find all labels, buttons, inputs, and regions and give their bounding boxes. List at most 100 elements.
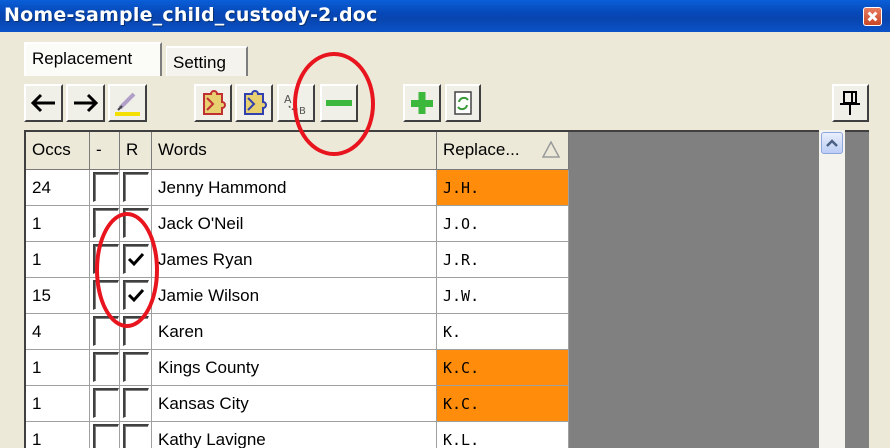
refresh-icon: [454, 91, 472, 115]
occs-cell: 1: [26, 242, 90, 278]
occs-cell: 1: [26, 422, 90, 448]
tab-setting-label: Setting: [173, 53, 226, 72]
replace-checkbox[interactable]: [123, 352, 149, 382]
mark-blue-button[interactable]: [235, 84, 273, 122]
minus-cell: [90, 314, 120, 350]
chevron-up-icon: [826, 139, 838, 147]
minus-cell: [90, 386, 120, 422]
r-cell: [120, 278, 152, 314]
title-bar[interactable]: Nome-sample_child_custody-2.doc: [0, 0, 890, 32]
replacement-cell[interactable]: K.C.: [437, 350, 569, 386]
occs-cell: 15: [26, 278, 90, 314]
minus-checkbox[interactable]: [93, 244, 119, 274]
checkmark-icon: [127, 252, 145, 267]
r-cell: [120, 422, 152, 448]
replacement-cell[interactable]: J.O.: [437, 206, 569, 242]
pin-button[interactable]: [832, 84, 869, 122]
replacement-cell[interactable]: K.L.: [437, 422, 569, 448]
vertical-scrollbar[interactable]: [819, 130, 845, 448]
column-header-r[interactable]: R: [120, 132, 152, 170]
app-window: Nome-sample_child_custody-2.doc Replacem…: [0, 0, 890, 448]
minus-cell: [90, 242, 120, 278]
r-cell: [120, 242, 152, 278]
word-cell[interactable]: Karen: [152, 314, 437, 350]
replace-checkbox[interactable]: [123, 172, 149, 202]
occs-cell: 1: [26, 386, 90, 422]
minus-cell: [90, 206, 120, 242]
r-cell: [120, 386, 152, 422]
window-title: Nome-sample_child_custody-2.doc: [4, 4, 378, 26]
tab-replacement-label: Replacement: [32, 49, 133, 68]
occs-cell: 1: [26, 350, 90, 386]
arrow-right-icon: [74, 93, 99, 113]
replace-checkbox[interactable]: [123, 388, 149, 418]
column-header-minus[interactable]: -: [90, 132, 120, 170]
replace-checkbox[interactable]: [123, 208, 149, 238]
word-cell[interactable]: Kathy Lavigne: [152, 422, 437, 448]
scroll-up-button[interactable]: [821, 132, 843, 154]
puzzle-blue-icon: [244, 90, 267, 115]
minus-checkbox[interactable]: [93, 280, 119, 310]
replace-ab-icon: A B: [284, 93, 306, 117]
toolbar: A B: [24, 80, 869, 125]
minus-cell: [90, 350, 120, 386]
replace-checkbox[interactable]: [123, 316, 149, 346]
column-header-words[interactable]: Words: [152, 132, 437, 170]
word-cell[interactable]: Kansas City: [152, 386, 437, 422]
minus-checkbox[interactable]: [93, 208, 119, 238]
minus-checkbox[interactable]: [93, 388, 119, 418]
replacement-cell[interactable]: K.: [437, 314, 569, 350]
minus-cell: [90, 278, 120, 314]
replacement-cell[interactable]: J.W.: [437, 278, 569, 314]
minus-checkbox[interactable]: [93, 352, 119, 382]
checkmark-icon: [127, 288, 145, 303]
tab-strip: Replacement Setting: [0, 32, 890, 76]
word-cell[interactable]: Jack O'Neil: [152, 206, 437, 242]
tab-replacement[interactable]: Replacement: [24, 42, 162, 76]
refresh-button[interactable]: [445, 84, 481, 122]
occs-cell: 4: [26, 314, 90, 350]
add-button[interactable]: [403, 84, 441, 122]
words-grid: Occs - R Words Replace... 24 Jenny Hammon…: [24, 130, 869, 448]
word-cell[interactable]: Jamie Wilson: [152, 278, 437, 314]
tab-setting[interactable]: Setting: [166, 46, 248, 76]
svg-text:B: B: [299, 106, 306, 117]
replace-button[interactable]: A B: [277, 84, 315, 122]
r-cell: [120, 206, 152, 242]
close-icon[interactable]: [863, 7, 882, 26]
replacement-cell[interactable]: K.C.: [437, 386, 569, 422]
word-cell[interactable]: Kings County: [152, 350, 437, 386]
column-header-occs[interactable]: Occs: [26, 132, 90, 170]
puzzle-red-icon: [203, 90, 226, 115]
highlighter-icon: [115, 92, 140, 116]
replacement-cell[interactable]: J.H.: [437, 170, 569, 206]
svg-text:A: A: [284, 93, 292, 106]
highlight-button[interactable]: [108, 84, 147, 122]
replacement-cell[interactable]: J.R.: [437, 242, 569, 278]
word-cell[interactable]: James Ryan: [152, 242, 437, 278]
arrow-left-icon: [30, 93, 55, 113]
minus-cell: [90, 422, 120, 448]
r-cell: [120, 314, 152, 350]
minus-cell: [90, 170, 120, 206]
replace-checkbox[interactable]: [123, 244, 149, 274]
pin-icon: [840, 91, 860, 115]
next-button[interactable]: [66, 84, 105, 122]
minus-checkbox[interactable]: [93, 424, 119, 448]
mark-red-button[interactable]: [194, 84, 232, 122]
r-cell: [120, 350, 152, 386]
sort-ascending-icon: [542, 141, 560, 158]
remove-button[interactable]: [320, 84, 358, 122]
column-header-replace[interactable]: Replace...: [437, 132, 569, 170]
replace-checkbox[interactable]: [123, 280, 149, 310]
word-cell[interactable]: Jenny Hammond: [152, 170, 437, 206]
r-cell: [120, 170, 152, 206]
minus-checkbox[interactable]: [93, 172, 119, 202]
minus-checkbox[interactable]: [93, 316, 119, 346]
occs-cell: 24: [26, 170, 90, 206]
previous-button[interactable]: [24, 84, 63, 122]
replace-checkbox[interactable]: [123, 424, 149, 448]
occs-cell: 1: [26, 206, 90, 242]
minus-icon: [326, 100, 352, 106]
plus-icon: [411, 92, 433, 114]
